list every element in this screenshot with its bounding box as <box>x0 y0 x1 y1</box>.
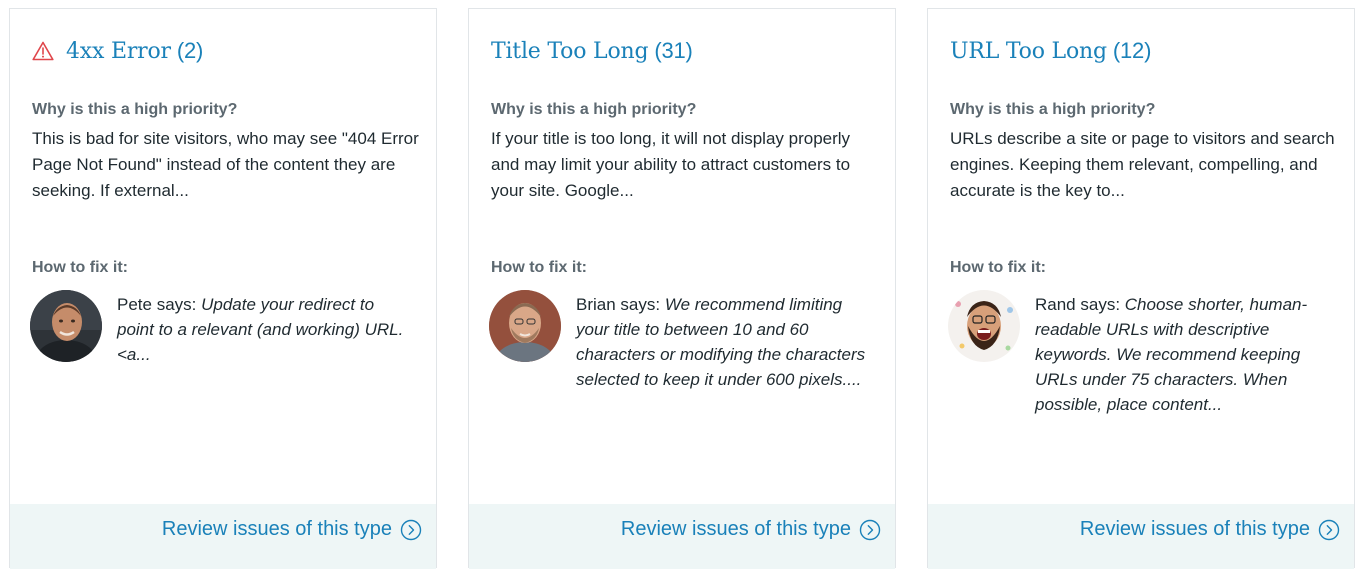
expert-avatar-brian <box>489 290 561 362</box>
expert-advice: Pete says: Update your redirect to point… <box>117 292 415 367</box>
how-to-fix-label: How to fix it: <box>32 259 128 276</box>
issue-count[interactable]: (2) <box>177 38 203 64</box>
card-footer[interactable]: Review issues of this type <box>10 504 436 569</box>
issue-card-url-too-long: URL Too Long (12) Why is this a high pri… <box>927 8 1355 569</box>
how-to-fix-label: How to fix it: <box>491 259 587 276</box>
issue-card-title-too-long: Title Too Long (31) Why is this a high p… <box>468 8 896 569</box>
expert-avatar-pete <box>30 290 102 362</box>
how-to-fix-label: How to fix it: <box>950 259 1046 276</box>
expert-name: Brian says: <box>576 295 661 314</box>
review-issues-label[interactable]: Review issues of this type <box>1080 518 1310 541</box>
card-footer[interactable]: Review issues of this type <box>928 504 1354 569</box>
why-priority-text: URLs describe a site or page to visitors… <box>950 129 1335 200</box>
review-issues-label[interactable]: Review issues of this type <box>621 518 851 541</box>
warning-triangle-icon <box>32 41 54 61</box>
review-issues-link[interactable]: Review issues of this type <box>1080 518 1340 541</box>
review-issues-link[interactable]: Review issues of this type <box>162 518 422 541</box>
card-title-text[interactable]: 4xx Error <box>66 39 171 64</box>
issue-count[interactable]: (31) <box>654 38 693 64</box>
review-issues-label[interactable]: Review issues of this type <box>162 518 392 541</box>
why-priority-text: If your title is too long, it will not d… <box>491 129 851 200</box>
why-priority-label: Why is this a high priority? <box>491 101 697 118</box>
why-priority-label: Why is this a high priority? <box>950 101 1156 118</box>
expert-name: Pete says: <box>117 295 197 314</box>
issue-card-4xx-error: 4xx Error (2) Why is this a high priorit… <box>9 8 437 569</box>
why-priority-label: Why is this a high priority? <box>32 101 238 118</box>
card-title[interactable]: Title Too Long (31) <box>491 38 693 64</box>
card-title-text[interactable]: Title Too Long <box>491 39 649 64</box>
card-footer[interactable]: Review issues of this type <box>469 504 895 569</box>
card-title[interactable]: URL Too Long (12) <box>950 38 1151 64</box>
card-title-text[interactable]: URL Too Long <box>950 39 1107 64</box>
expert-advice: Brian says: We recommend limiting your t… <box>576 292 874 392</box>
review-issues-link[interactable]: Review issues of this type <box>621 518 881 541</box>
chevron-right-circle-icon[interactable] <box>859 519 881 541</box>
expert-name: Rand says: <box>1035 295 1121 314</box>
chevron-right-circle-icon[interactable] <box>1318 519 1340 541</box>
card-title[interactable]: 4xx Error (2) <box>32 38 203 64</box>
why-priority-text: This is bad for site visitors, who may s… <box>32 129 419 200</box>
expert-advice: Rand says: Choose shorter, human-readabl… <box>1035 292 1333 417</box>
issue-count[interactable]: (12) <box>1113 38 1152 64</box>
chevron-right-circle-icon[interactable] <box>400 519 422 541</box>
expert-avatar-rand <box>948 290 1020 362</box>
